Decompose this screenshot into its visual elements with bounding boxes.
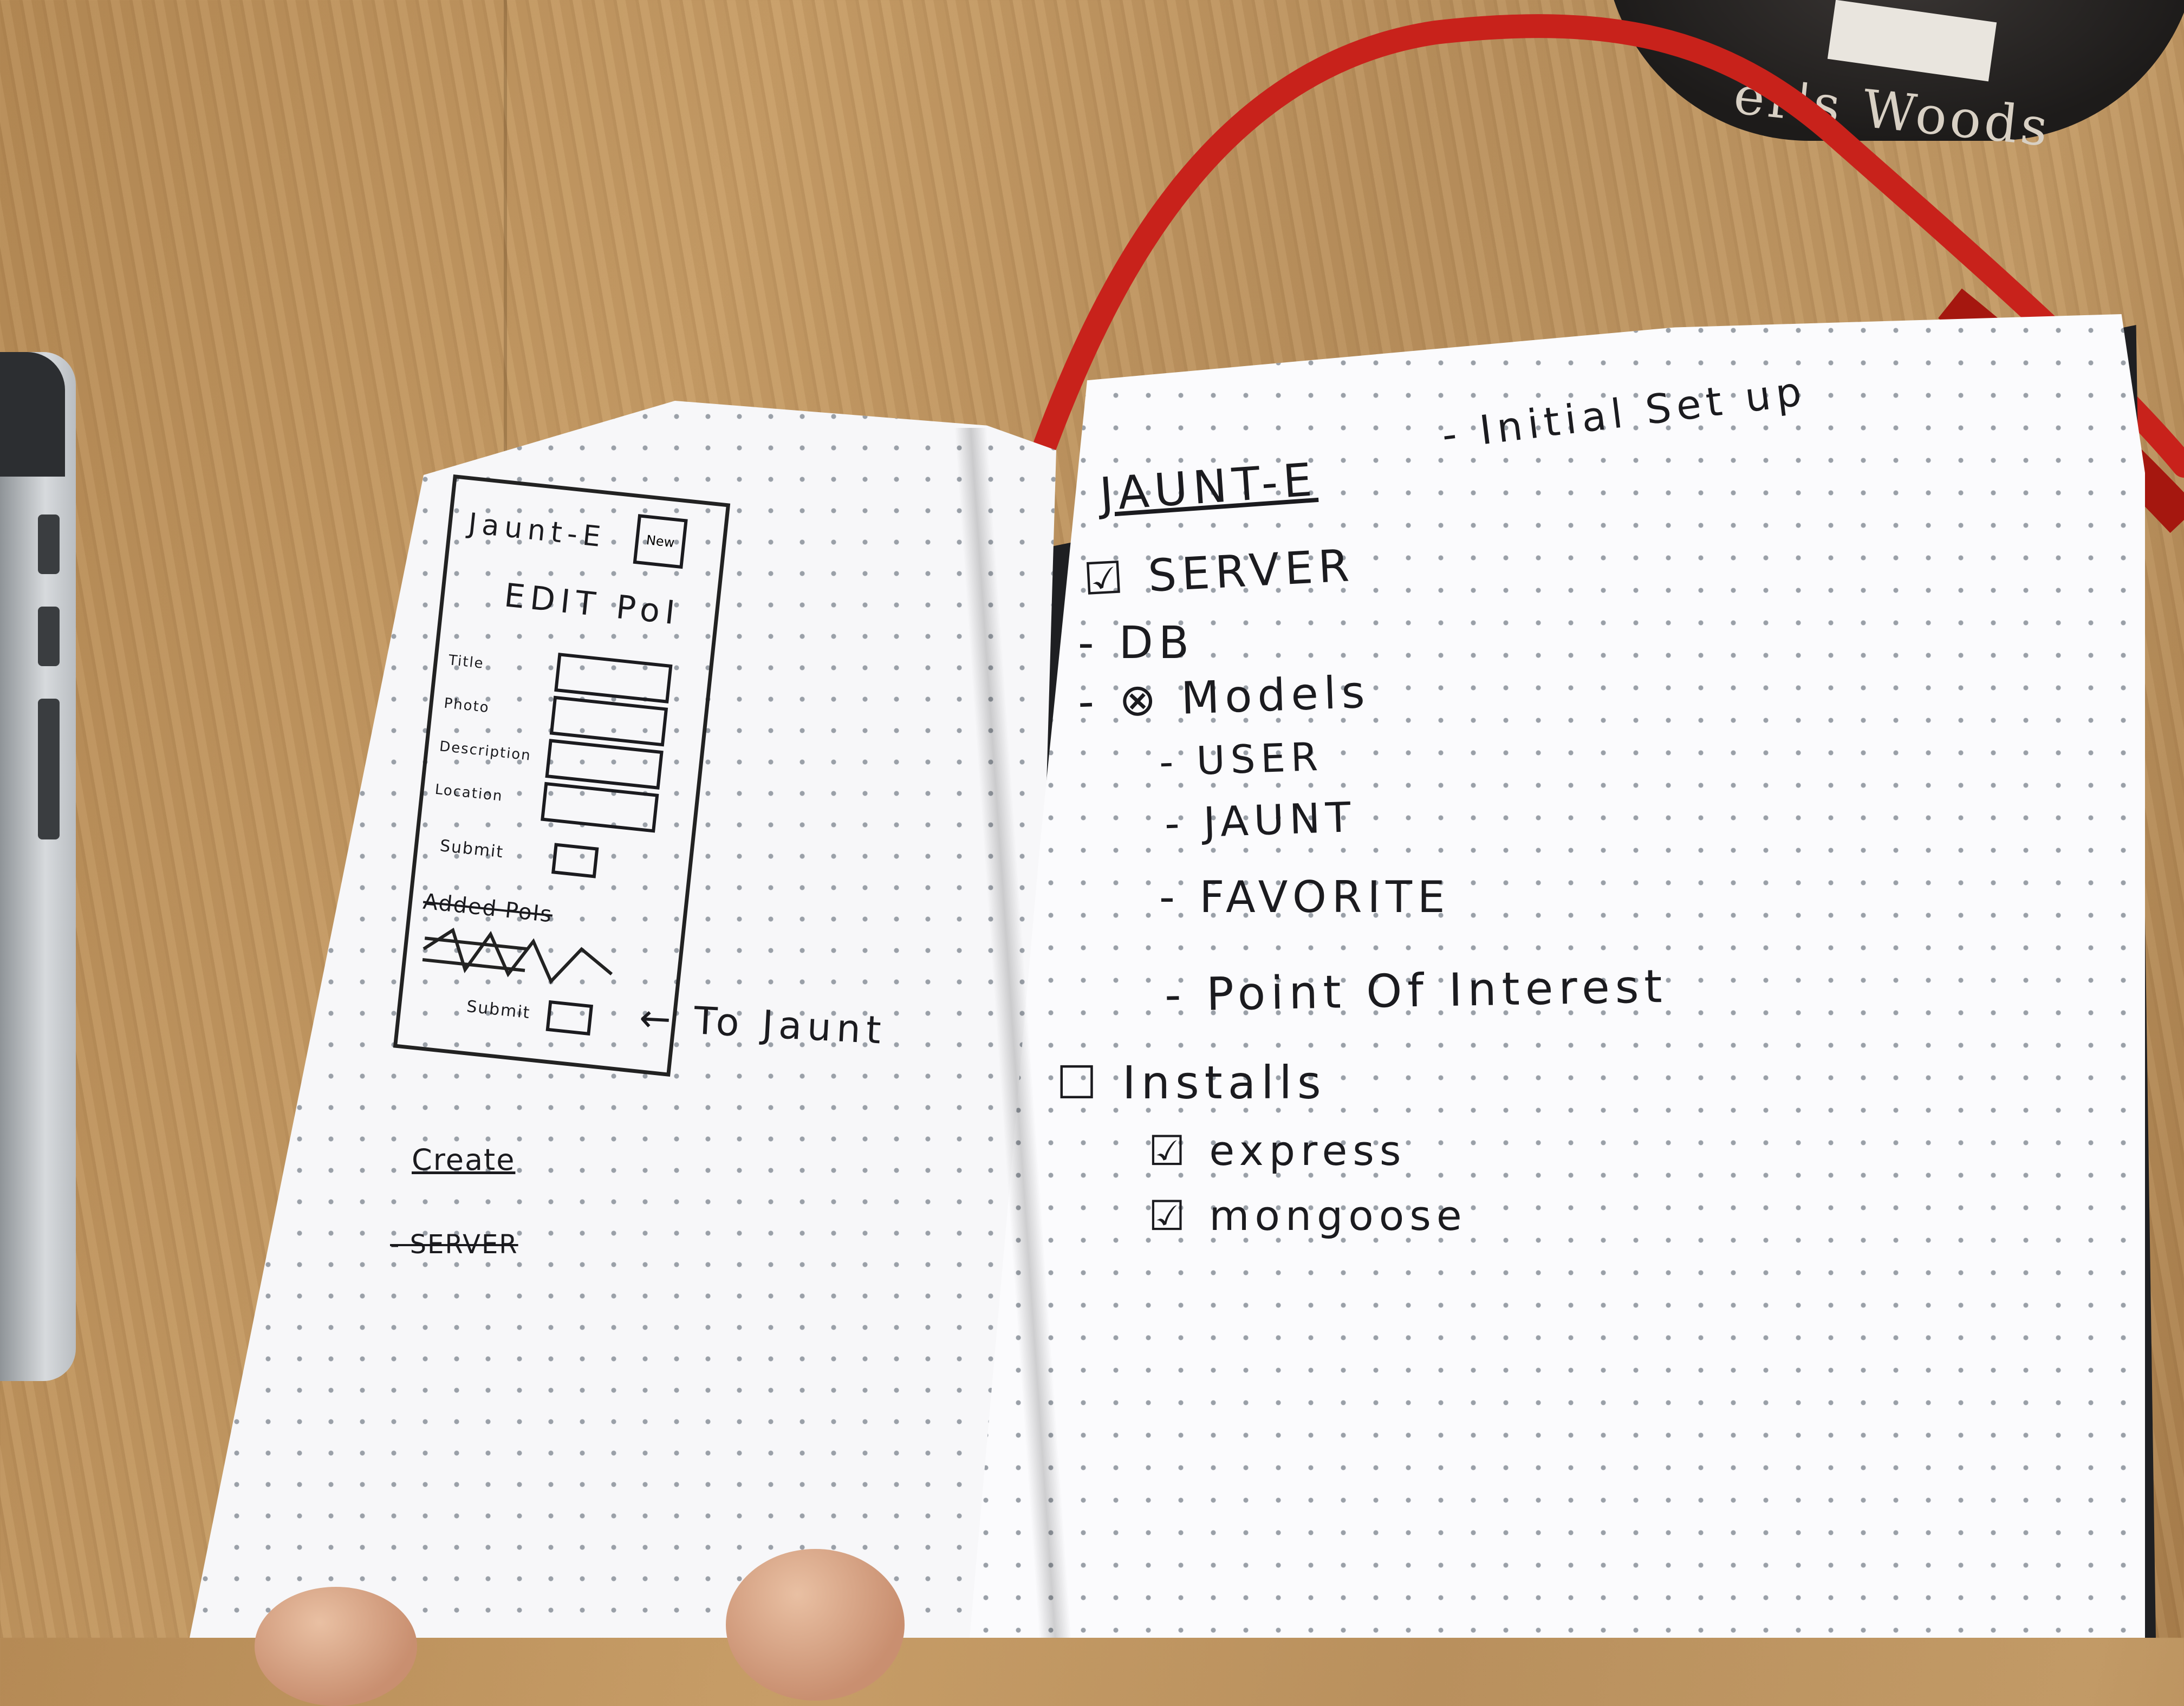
wireframe-submit-box [551,843,599,878]
wireframe-field-box [541,782,659,833]
checklist-item: - ⊗ Models [1077,666,1371,728]
create-heading: Create [412,1143,516,1177]
thumb-left [255,1587,417,1706]
checklist-item: - JAUNT [1164,792,1357,848]
wireframe-title: Jaunt-E [466,507,608,554]
checklist-item: - USER [1158,733,1324,785]
checklist-item: - DB [1078,617,1195,669]
checklist-item: ☑ mongoose [1148,1191,1467,1240]
wireframe-new-button: New [633,514,688,569]
checklist-item: - Point Of Interest [1164,959,1668,1022]
checklist-item: - FAVORITE [1159,872,1451,922]
wireframe-field-label: Description [438,738,532,764]
wireframe-submit-label: Submit [439,836,505,862]
create-item: - SERVER [390,1229,518,1260]
checklist-item: ☑ express [1148,1127,1407,1175]
wireframe-field-label: Photo [443,695,491,717]
wireframe-bottom-submit-box [545,1000,594,1036]
checklist-item: ☐ Installs [1056,1056,1327,1109]
thumb-right [726,1549,905,1701]
wireframe-field-box [545,739,664,790]
wireframe-field-box [554,653,673,704]
wireframe-bottom-submit-label: Submit [465,997,532,1023]
wireframe-field-label: Title [447,652,485,672]
wireframe-heading: EDIT PoI [502,576,682,633]
wireframe-field-box [549,695,668,747]
wireframe-field-label: Location [434,781,504,805]
scribble-mark [422,927,613,985]
